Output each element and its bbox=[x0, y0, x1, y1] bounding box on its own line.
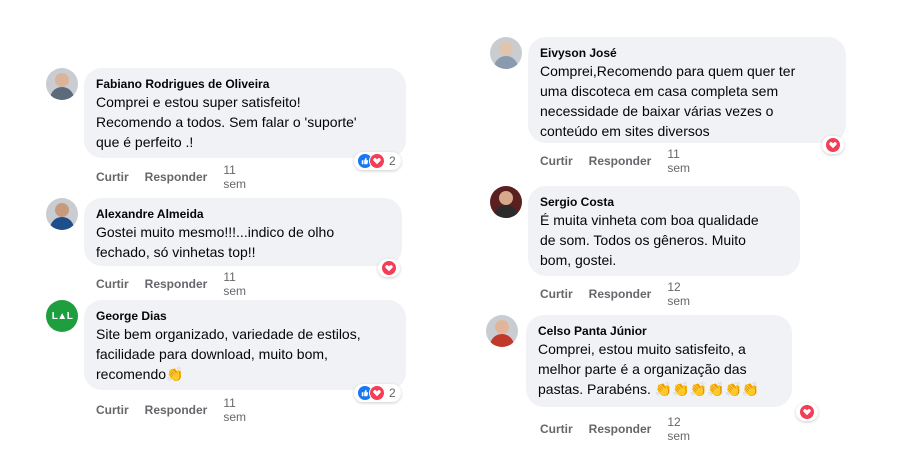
avatar[interactable] bbox=[46, 198, 78, 230]
reaction-summary[interactable]: 2 bbox=[354, 152, 401, 170]
comment-bubble: Fabiano Rodrigues de Oliveira Comprei e … bbox=[84, 68, 406, 158]
timestamp[interactable]: 12 sem bbox=[667, 280, 690, 308]
like-button[interactable]: Curtir bbox=[540, 287, 573, 301]
timestamp[interactable]: 11 sem bbox=[223, 396, 246, 424]
reaction-count: 2 bbox=[389, 386, 396, 400]
reply-button[interactable]: Responder bbox=[145, 277, 208, 291]
comment-actions: Curtir Responder 12 sem bbox=[540, 415, 690, 443]
avatar[interactable] bbox=[490, 37, 522, 69]
love-icon bbox=[799, 404, 815, 420]
comment-text: Comprei, estou muito satisfeito, a melho… bbox=[538, 339, 780, 399]
comment-author[interactable]: Eivyson José bbox=[540, 45, 834, 61]
comment-author[interactable]: Alexandre Almeida bbox=[96, 206, 390, 222]
timestamp[interactable]: 11 sem bbox=[223, 270, 246, 298]
reply-button[interactable]: Responder bbox=[589, 154, 652, 168]
love-icon bbox=[825, 137, 841, 153]
comment-author[interactable]: Fabiano Rodrigues de Oliveira bbox=[96, 76, 394, 92]
comment-author[interactable]: Sergio Costa bbox=[540, 194, 788, 210]
reply-button[interactable]: Responder bbox=[589, 287, 652, 301]
reaction-summary[interactable] bbox=[822, 136, 844, 154]
avatar[interactable] bbox=[486, 315, 518, 347]
comment-author[interactable]: George Dias bbox=[96, 308, 394, 324]
reply-button[interactable]: Responder bbox=[589, 422, 652, 436]
comment-actions: Curtir Responder 11 sem bbox=[96, 270, 246, 298]
timestamp[interactable]: 12 sem bbox=[667, 415, 690, 443]
comment-author[interactable]: Celso Panta Júnior bbox=[538, 323, 780, 339]
timestamp[interactable]: 11 sem bbox=[223, 163, 246, 191]
reaction-summary[interactable] bbox=[378, 259, 400, 277]
clapping-emoji: 👏 bbox=[166, 366, 184, 382]
comment-text-body: Site bem organizado, variedade de estilo… bbox=[96, 326, 361, 382]
like-button[interactable]: Curtir bbox=[540, 422, 573, 436]
like-button[interactable]: Curtir bbox=[540, 154, 573, 168]
reaction-summary[interactable] bbox=[796, 403, 818, 421]
love-icon bbox=[369, 153, 385, 169]
logo-icon: L▲L bbox=[51, 310, 73, 322]
avatar[interactable] bbox=[490, 186, 522, 218]
comment-bubble: Sergio Costa É muita vinheta com boa qua… bbox=[528, 186, 800, 276]
comment-bubble: George Dias Site bem organizado, varieda… bbox=[84, 300, 406, 390]
timestamp[interactable]: 11 sem bbox=[667, 147, 690, 175]
like-button[interactable]: Curtir bbox=[96, 403, 129, 417]
love-icon bbox=[381, 260, 397, 276]
avatar[interactable]: L▲L bbox=[46, 300, 78, 332]
avatar[interactable] bbox=[46, 68, 78, 100]
reply-button[interactable]: Responder bbox=[145, 403, 208, 417]
comment-text: Comprei e estou super satisfeito! Recome… bbox=[96, 94, 357, 150]
comment-text: É muita vinheta com boa qualidade de som… bbox=[540, 212, 759, 268]
comment-actions: Curtir Responder 11 sem bbox=[96, 396, 246, 424]
like-button[interactable]: Curtir bbox=[96, 170, 129, 184]
comment-text: Gostei muito mesmo!!!...indico de olho f… bbox=[96, 224, 335, 260]
comment-actions: Curtir Responder 12 sem bbox=[540, 280, 690, 308]
comment-actions: Curtir Responder 11 sem bbox=[96, 163, 246, 191]
comment-actions: Curtir Responder 11 sem bbox=[540, 147, 690, 175]
comment-bubble: Alexandre Almeida Gostei muito mesmo!!!.… bbox=[84, 198, 402, 266]
like-button[interactable]: Curtir bbox=[96, 277, 129, 291]
comment-text: Comprei,Recomendo para quem quer ter uma… bbox=[540, 63, 796, 139]
reaction-summary[interactable]: 2 bbox=[354, 384, 401, 402]
comment-text: Site bem organizado, variedade de estilo… bbox=[96, 324, 394, 384]
reaction-count: 2 bbox=[389, 154, 396, 168]
love-icon bbox=[369, 385, 385, 401]
comment-bubble: Celso Panta Júnior Comprei, estou muito … bbox=[526, 315, 792, 407]
reply-button[interactable]: Responder bbox=[145, 170, 208, 184]
comment-bubble: Eivyson José Comprei,Recomendo para quem… bbox=[528, 37, 846, 143]
clapping-emoji: 👏👏👏👏👏👏 bbox=[654, 381, 760, 397]
